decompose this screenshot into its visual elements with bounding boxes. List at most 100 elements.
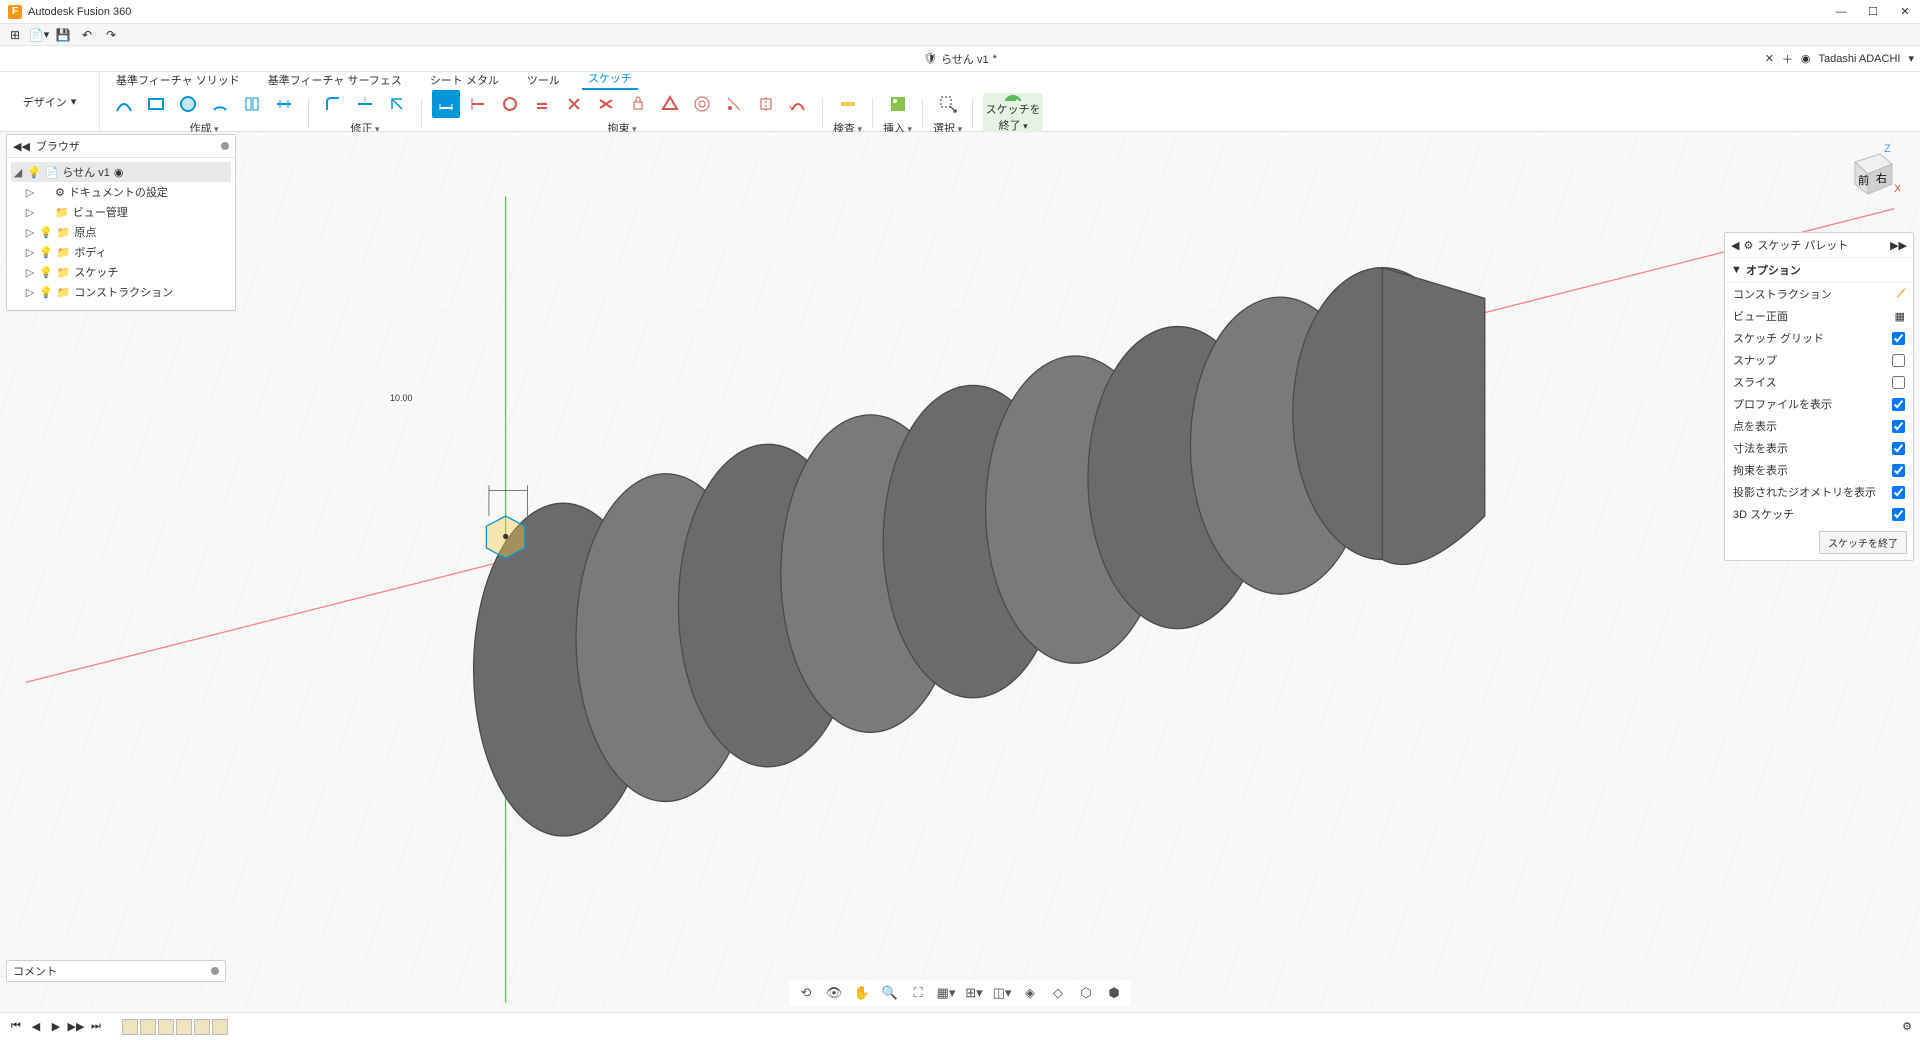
- timeline-item[interactable]: [176, 1019, 192, 1035]
- tree-item[interactable]: ▷⚙ドキュメントの設定: [11, 182, 231, 202]
- fillet-tool[interactable]: [319, 90, 347, 118]
- browser-options-icon[interactable]: [221, 142, 229, 150]
- browser-header[interactable]: ◀◀ ブラウザ: [7, 135, 235, 158]
- timeline-item[interactable]: [212, 1019, 228, 1035]
- grid-icon[interactable]: ⊞▾: [965, 984, 983, 1002]
- minimize-button[interactable]: —: [1834, 5, 1848, 19]
- timeline-next[interactable]: ▶▶: [68, 1019, 84, 1035]
- pan-icon[interactable]: ✋: [853, 984, 871, 1002]
- fit-icon[interactable]: ⛶: [909, 984, 927, 1002]
- radio-icon[interactable]: ◉: [114, 166, 124, 179]
- palette-option[interactable]: コンストラクション⟋: [1725, 283, 1913, 305]
- timeline-item[interactable]: [122, 1019, 138, 1035]
- cube4-icon[interactable]: ⬢: [1105, 984, 1123, 1002]
- new-tab-button[interactable]: ＋: [1782, 51, 1793, 67]
- look-icon[interactable]: 👁: [825, 984, 843, 1002]
- slot-tool[interactable]: [270, 90, 298, 118]
- extend-tool[interactable]: [383, 90, 411, 118]
- display-icon[interactable]: ▦▾: [937, 984, 955, 1002]
- viewport-icon[interactable]: ◫▾: [993, 984, 1011, 1002]
- line-tool[interactable]: [110, 90, 138, 118]
- palette-option[interactable]: 拘束を表示: [1725, 459, 1913, 481]
- select-tool[interactable]: [934, 90, 962, 118]
- palette-option[interactable]: 寸法を表示: [1725, 437, 1913, 459]
- parallel-constraint[interactable]: [528, 90, 556, 118]
- undo-button[interactable]: ↶: [78, 26, 96, 44]
- palette-section-header[interactable]: ▼オプション: [1725, 258, 1913, 283]
- expand-icon[interactable]: ▶▶: [1890, 239, 1907, 252]
- collapse-icon[interactable]: ◀◀: [13, 140, 30, 153]
- coincident-constraint[interactable]: [496, 90, 524, 118]
- polygon-tool[interactable]: [238, 90, 266, 118]
- tab-tools[interactable]: ツール: [521, 70, 566, 90]
- comment-options-icon[interactable]: [211, 967, 219, 975]
- tab-solid[interactable]: 基準フィーチャ ソリッド: [110, 70, 246, 90]
- equal-constraint[interactable]: [656, 90, 684, 118]
- palette-option[interactable]: ビュー正面▦: [1725, 305, 1913, 327]
- document-tab[interactable]: 🛡 らせん v1*: [915, 51, 1005, 67]
- rectangle-tool[interactable]: [142, 90, 170, 118]
- tree-root[interactable]: ◢💡📄 らせん v1 ◉: [11, 162, 231, 182]
- tree-item[interactable]: ▷📁ビュー管理: [11, 202, 231, 222]
- tab-surface[interactable]: 基準フィーチャ サーフェス: [262, 70, 408, 90]
- apps-icon[interactable]: ⊞: [6, 26, 24, 44]
- horizontal-constraint[interactable]: [464, 90, 492, 118]
- user-menu-chevron[interactable]: ▾: [1908, 52, 1914, 65]
- tangent-constraint[interactable]: [592, 90, 620, 118]
- insert-tool[interactable]: [884, 90, 912, 118]
- zoom-icon[interactable]: 🔍: [881, 984, 899, 1002]
- timeline-play[interactable]: ▶: [48, 1019, 64, 1035]
- palette-header[interactable]: ◀⚙ スケッチ パレット ▶▶: [1725, 233, 1913, 258]
- redo-button[interactable]: ↷: [102, 26, 120, 44]
- maximize-button[interactable]: ☐: [1866, 5, 1880, 19]
- circle-tool[interactable]: [174, 90, 202, 118]
- timeline-item[interactable]: [194, 1019, 210, 1035]
- palette-finish-button[interactable]: スケッチを終了: [1819, 531, 1907, 554]
- tree-item[interactable]: ▷💡📁コンストラクション: [11, 282, 231, 302]
- tree-item[interactable]: ▷💡📁原点: [11, 222, 231, 242]
- palette-option[interactable]: プロファイルを表示: [1725, 393, 1913, 415]
- finish-sketch-button[interactable]: スケッチを終了 ▾: [983, 93, 1043, 133]
- cube3-icon[interactable]: ⬡: [1077, 984, 1095, 1002]
- tab-sheetmetal[interactable]: シート メタル: [424, 70, 505, 90]
- settings-icon[interactable]: ⚙: [1902, 1020, 1912, 1033]
- timeline-item[interactable]: [140, 1019, 156, 1035]
- midpoint-constraint[interactable]: [752, 90, 780, 118]
- symmetry-constraint[interactable]: [720, 90, 748, 118]
- concentric-constraint[interactable]: [688, 90, 716, 118]
- inspect-tool[interactable]: [834, 90, 862, 118]
- timeline-start[interactable]: ⏮: [8, 1019, 24, 1035]
- timeline-item[interactable]: [158, 1019, 174, 1035]
- file-menu[interactable]: 📄▾: [30, 26, 48, 44]
- comment-bar[interactable]: コメント: [6, 960, 226, 982]
- palette-option[interactable]: 投影されたジオメトリを表示: [1725, 481, 1913, 503]
- dimension-tool[interactable]: [432, 90, 460, 118]
- close-button[interactable]: ✕: [1898, 5, 1912, 19]
- trim-tool[interactable]: [351, 90, 379, 118]
- workspace-switcher[interactable]: デザイン▾: [0, 72, 100, 131]
- arc-tool[interactable]: [206, 90, 234, 118]
- canvas-3d-view[interactable]: [0, 132, 1920, 1028]
- timeline-prev[interactable]: ◀: [28, 1019, 44, 1035]
- extensions-icon[interactable]: ◉: [1801, 52, 1811, 65]
- tree-item[interactable]: ▷💡📁スケッチ: [11, 262, 231, 282]
- palette-option[interactable]: スライス: [1725, 371, 1913, 393]
- perpendicular-constraint[interactable]: [560, 90, 588, 118]
- palette-option[interactable]: 3D スケッチ: [1725, 503, 1913, 525]
- palette-option[interactable]: スケッチ グリッド: [1725, 327, 1913, 349]
- cube2-icon[interactable]: ◇: [1049, 984, 1067, 1002]
- cube1-icon[interactable]: ◈: [1021, 984, 1039, 1002]
- tree-item[interactable]: ▷💡📁ボディ: [11, 242, 231, 262]
- dimension-label[interactable]: 10.00: [388, 393, 415, 403]
- gear-icon[interactable]: ⚙: [1743, 239, 1753, 252]
- orbit-icon[interactable]: ⟲: [797, 984, 815, 1002]
- close-tab-button[interactable]: ✕: [1765, 52, 1774, 65]
- curvature-constraint[interactable]: [784, 90, 812, 118]
- palette-option[interactable]: スナップ: [1725, 349, 1913, 371]
- palette-option[interactable]: 点を表示: [1725, 415, 1913, 437]
- timeline-end[interactable]: ⏭: [88, 1019, 104, 1035]
- view-cube[interactable]: Z 前 右 X: [1840, 142, 1900, 202]
- user-name[interactable]: Tadashi ADACHI: [1819, 53, 1901, 65]
- save-button[interactable]: 💾: [54, 26, 72, 44]
- fix-constraint[interactable]: [624, 90, 652, 118]
